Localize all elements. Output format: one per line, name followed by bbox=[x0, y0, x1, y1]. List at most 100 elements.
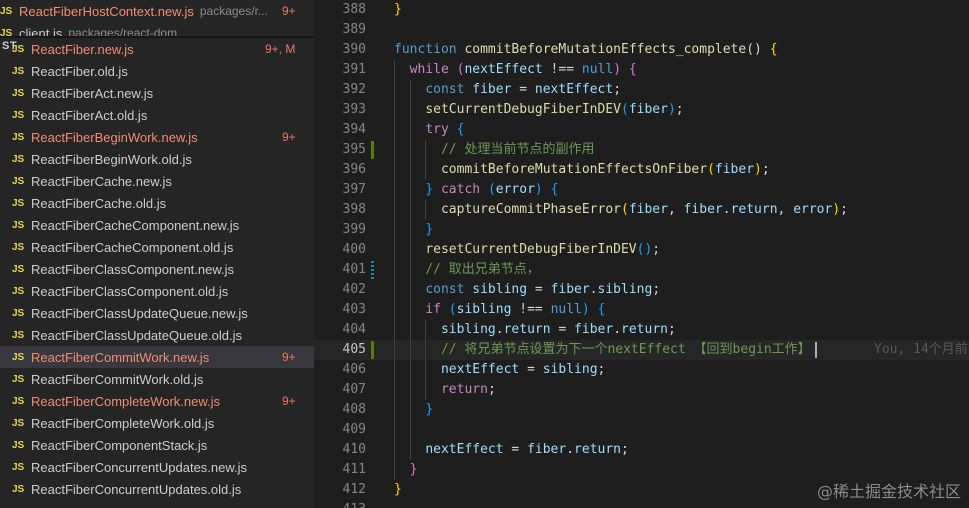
file-tree-item[interactable]: JS ReactFiberCacheComponent.old.js bbox=[0, 236, 314, 258]
line-number: 412 bbox=[342, 482, 366, 497]
code-token: ; bbox=[675, 102, 684, 117]
code-line[interactable]: 389 bbox=[314, 20, 969, 40]
code-token: ) bbox=[832, 202, 841, 217]
explorer-sidebar: JS ReactFiber.new.js 9+, M JS ReactFiber.old… bbox=[0, 0, 314, 508]
file-tree-item[interactable]: JS ReactFiberComponentStack.js bbox=[0, 434, 314, 456]
code-line[interactable]: 409 bbox=[314, 420, 969, 440]
file-tree-item[interactable]: JS ReactFiberCommitWork.new.js 9+ bbox=[0, 346, 314, 368]
code-line[interactable]: 405 // 将兄弟节点设置为下一个nextEffect 【回到begin工作】… bbox=[314, 340, 969, 360]
code-token: try bbox=[425, 122, 449, 137]
code-text: } bbox=[394, 220, 433, 240]
code-line[interactable]: 393 setCurrentDebugFiberInDEV(fiber); bbox=[314, 100, 969, 120]
problem-badge: 9+ bbox=[282, 130, 296, 144]
modified-line-indicator[interactable] bbox=[371, 261, 374, 279]
code-line[interactable]: 403 if (sibling !== null) { bbox=[314, 300, 969, 320]
file-tree-item[interactable]: JS ReactFiber.old.js bbox=[0, 60, 314, 82]
code-line[interactable]: 392 const fiber = nextEffect; bbox=[314, 80, 969, 100]
line-number: 394 bbox=[342, 122, 366, 137]
sash-divider[interactable] bbox=[0, 36, 314, 38]
file-name: ReactFiberBeginWork.old.js bbox=[31, 151, 192, 167]
file-name: ReactFiberClassComponent.new.js bbox=[31, 261, 235, 277]
code-line[interactable]: 390 function commitBeforeMutationEffects_… bbox=[314, 40, 969, 60]
code-token: fiber bbox=[472, 82, 512, 97]
file-name: ReactFiberConcurrentUpdates.old.js bbox=[31, 481, 242, 497]
code-line[interactable]: 406 nextEffect = sibling; bbox=[314, 360, 969, 380]
code-line[interactable]: 391 while (nextEffect !== null) { bbox=[314, 60, 969, 80]
js-file-icon: JS bbox=[12, 461, 25, 473]
line-number: 407 bbox=[342, 382, 366, 397]
file-name: ReactFiberCompleteWork.old.js bbox=[31, 415, 215, 431]
line-number: 400 bbox=[342, 242, 366, 257]
file-tree-item[interactable]: JS ReactFiberClassComponent.old.js bbox=[0, 280, 314, 302]
file-tree-item[interactable]: JS ReactFiberClassUpdateQueue.old.js bbox=[0, 324, 314, 346]
code-text: if (sibling !== null) { bbox=[394, 300, 605, 320]
code-line[interactable]: 398 captureCommitPhaseError(fiber, fiber… bbox=[314, 200, 969, 220]
code-text: setCurrentDebugFiberInDEV(fiber); bbox=[394, 100, 684, 120]
code-line[interactable]: 411 } bbox=[314, 460, 969, 480]
code-line[interactable]: 407 return; bbox=[314, 380, 969, 400]
file-tree-item[interactable]: JS ReactFiberCompleteWork.new.js 9+ bbox=[0, 390, 314, 412]
code-line[interactable]: 397 } catch (error) { bbox=[314, 180, 969, 200]
code-token: const bbox=[425, 282, 465, 297]
code-token: resetCurrentDebugFiberInDEV bbox=[425, 242, 637, 257]
added-line-indicator[interactable] bbox=[371, 341, 374, 359]
code-line[interactable]: 394 try { bbox=[314, 120, 969, 140]
open-editor-item[interactable]: JS ReactFiberHostContext.new.js packages… bbox=[0, 0, 314, 22]
js-file-icon: JS bbox=[12, 131, 25, 143]
code-text: while (nextEffect !== null) { bbox=[394, 60, 637, 80]
code-token: ( bbox=[707, 162, 715, 177]
indent-guide bbox=[425, 140, 427, 180]
file-name: ReactFiberAct.old.js bbox=[31, 107, 148, 123]
file-tree-item[interactable]: JS ReactFiberAct.old.js bbox=[0, 104, 314, 126]
file-name: ReactFiber.new.js bbox=[31, 41, 134, 57]
file-tree-item[interactable]: JS ReactFiberBeginWork.old.js bbox=[0, 148, 314, 170]
code-token: commitBeforeMutationEffectsOnFiber bbox=[440, 162, 708, 177]
code-line[interactable]: 402 const sibling = fiber.sibling; bbox=[314, 280, 969, 300]
file-name: ReactFiber.old.js bbox=[31, 63, 128, 79]
code-line[interactable]: 400 resetCurrentDebugFiberInDEV(); bbox=[314, 240, 969, 260]
code-line[interactable]: 399 } bbox=[314, 220, 969, 240]
js-file-icon: JS bbox=[12, 439, 25, 451]
line-number: 398 bbox=[342, 202, 366, 217]
code-line[interactable]: 404 sibling.return = fiber.return; bbox=[314, 320, 969, 340]
file-tree-item[interactable]: JS ReactFiberClassComponent.new.js bbox=[0, 258, 314, 280]
code-editor[interactable]: 388} 389 390 function commitBeforeMutationE… bbox=[314, 0, 969, 508]
file-tree-item[interactable]: JS ReactFiberBeginWork.new.js 9+ bbox=[0, 126, 314, 148]
file-tree-item[interactable]: JS ReactFiberCache.new.js bbox=[0, 170, 314, 192]
js-file-icon: JS bbox=[12, 417, 25, 429]
file-tree-item[interactable]: JS ReactFiberCommitWork.old.js bbox=[0, 368, 314, 390]
added-line-indicator[interactable] bbox=[371, 141, 374, 159]
code-line[interactable]: 401 // 取出兄弟节点， bbox=[314, 260, 969, 280]
file-tree-item[interactable]: JS ReactFiberClassUpdateQueue.new.js bbox=[0, 302, 314, 324]
code-line[interactable]: 388} bbox=[314, 0, 969, 20]
code-line[interactable]: 396 commitBeforeMutationEffectsOnFiber(f… bbox=[314, 160, 969, 180]
line-number: 393 bbox=[342, 102, 366, 117]
file-tree-item[interactable]: JS ReactFiberCache.old.js bbox=[0, 192, 314, 214]
file-tree-item[interactable]: JS ReactFiberAct.new.js bbox=[0, 82, 314, 104]
file-tree-item[interactable]: JS ReactFiberConcurrentUpdates.old.js bbox=[0, 478, 314, 500]
code-token: { bbox=[769, 42, 778, 57]
code-line[interactable]: 408 } bbox=[314, 400, 969, 420]
file-tree-item[interactable]: JS ReactFiberConcurrentUpdates.new.js bbox=[0, 456, 314, 478]
code-token: ) bbox=[613, 62, 622, 77]
code-line[interactable]: 395 // 处理当前节点的副作用 bbox=[314, 140, 969, 160]
file-tree-item[interactable]: JS ReactFiber.new.js 9+, M bbox=[0, 38, 314, 60]
file-name: ReactFiberClassUpdateQueue.old.js bbox=[31, 327, 242, 343]
line-number: 402 bbox=[342, 282, 366, 297]
file-tree-item[interactable]: JS ReactFiberCacheComponent.new.js bbox=[0, 214, 314, 236]
open-editor-item[interactable]: JS client.js packages/react-dom bbox=[0, 22, 314, 37]
line-number: 413 bbox=[314, 500, 366, 508]
file-tree-item[interactable]: JS ReactFiberCompleteWork.old.js bbox=[0, 412, 314, 434]
git-blame-annotation[interactable]: You, 14个月前 bbox=[874, 340, 968, 360]
code-line[interactable]: 410 nextEffect = fiber.return; bbox=[314, 440, 969, 460]
code-token: nextEffect bbox=[464, 62, 543, 77]
file-name: ReactFiberClassComponent.old.js bbox=[31, 283, 229, 299]
code-token: return bbox=[730, 202, 778, 217]
open-editors: JS ReactFiberHostContext.new.js packages… bbox=[0, 0, 314, 36]
code-text: function commitBeforeMutationEffects_com… bbox=[394, 40, 778, 60]
code-token: ; bbox=[761, 162, 770, 177]
line-number: 410 bbox=[342, 442, 366, 457]
